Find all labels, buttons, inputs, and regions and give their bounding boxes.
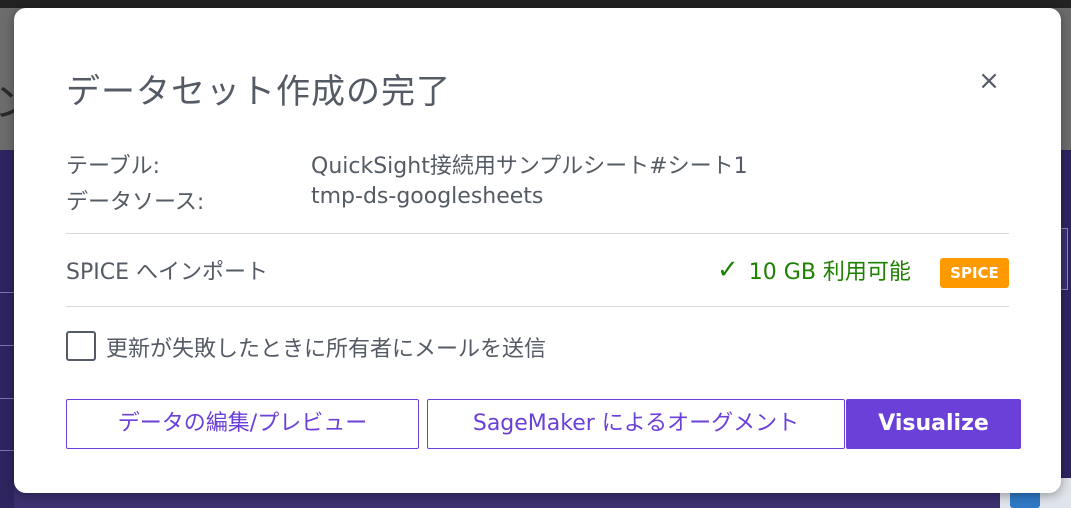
spice-badge: SPICE [940,258,1009,288]
background-divider [0,345,14,346]
sagemaker-augment-button[interactable]: SageMaker によるオーグメント [427,399,845,449]
background-topbar [0,0,1071,8]
divider [66,233,1009,234]
table-value: QuickSight接続用サンプルシート#シート1 [311,154,748,179]
background-divider [0,398,14,399]
close-icon[interactable]: × [974,66,1004,96]
spice-capacity-text: 10 GB 利用可能 [748,260,911,285]
spice-import-label: SPICE へインポート [66,260,268,285]
edit-preview-data-button[interactable]: データの編集/プレビュー [66,399,419,449]
visualize-button[interactable]: Visualize [846,399,1021,449]
background-divider [0,292,14,293]
dialog-title: データセット作成の完了 [66,72,451,112]
dataset-created-dialog: データセット作成の完了 × テーブル: QuickSight接続用サンプルシート… [14,8,1061,493]
email-on-failure-checkbox[interactable] [66,331,96,361]
divider [66,306,1009,307]
background-divider [0,450,14,451]
datasource-label: データソース: [66,190,205,215]
datasource-value: tmp-ds-googlesheets [311,184,544,209]
spice-capacity-status: ✓ 10 GB 利用可能 [717,254,911,286]
table-label: テーブル: [66,154,161,179]
checkmark-icon: ✓ [717,255,739,285]
background-left-panel [0,150,14,508]
email-on-failure-label[interactable]: 更新が失敗したときに所有者にメールを送信 [106,331,546,363]
